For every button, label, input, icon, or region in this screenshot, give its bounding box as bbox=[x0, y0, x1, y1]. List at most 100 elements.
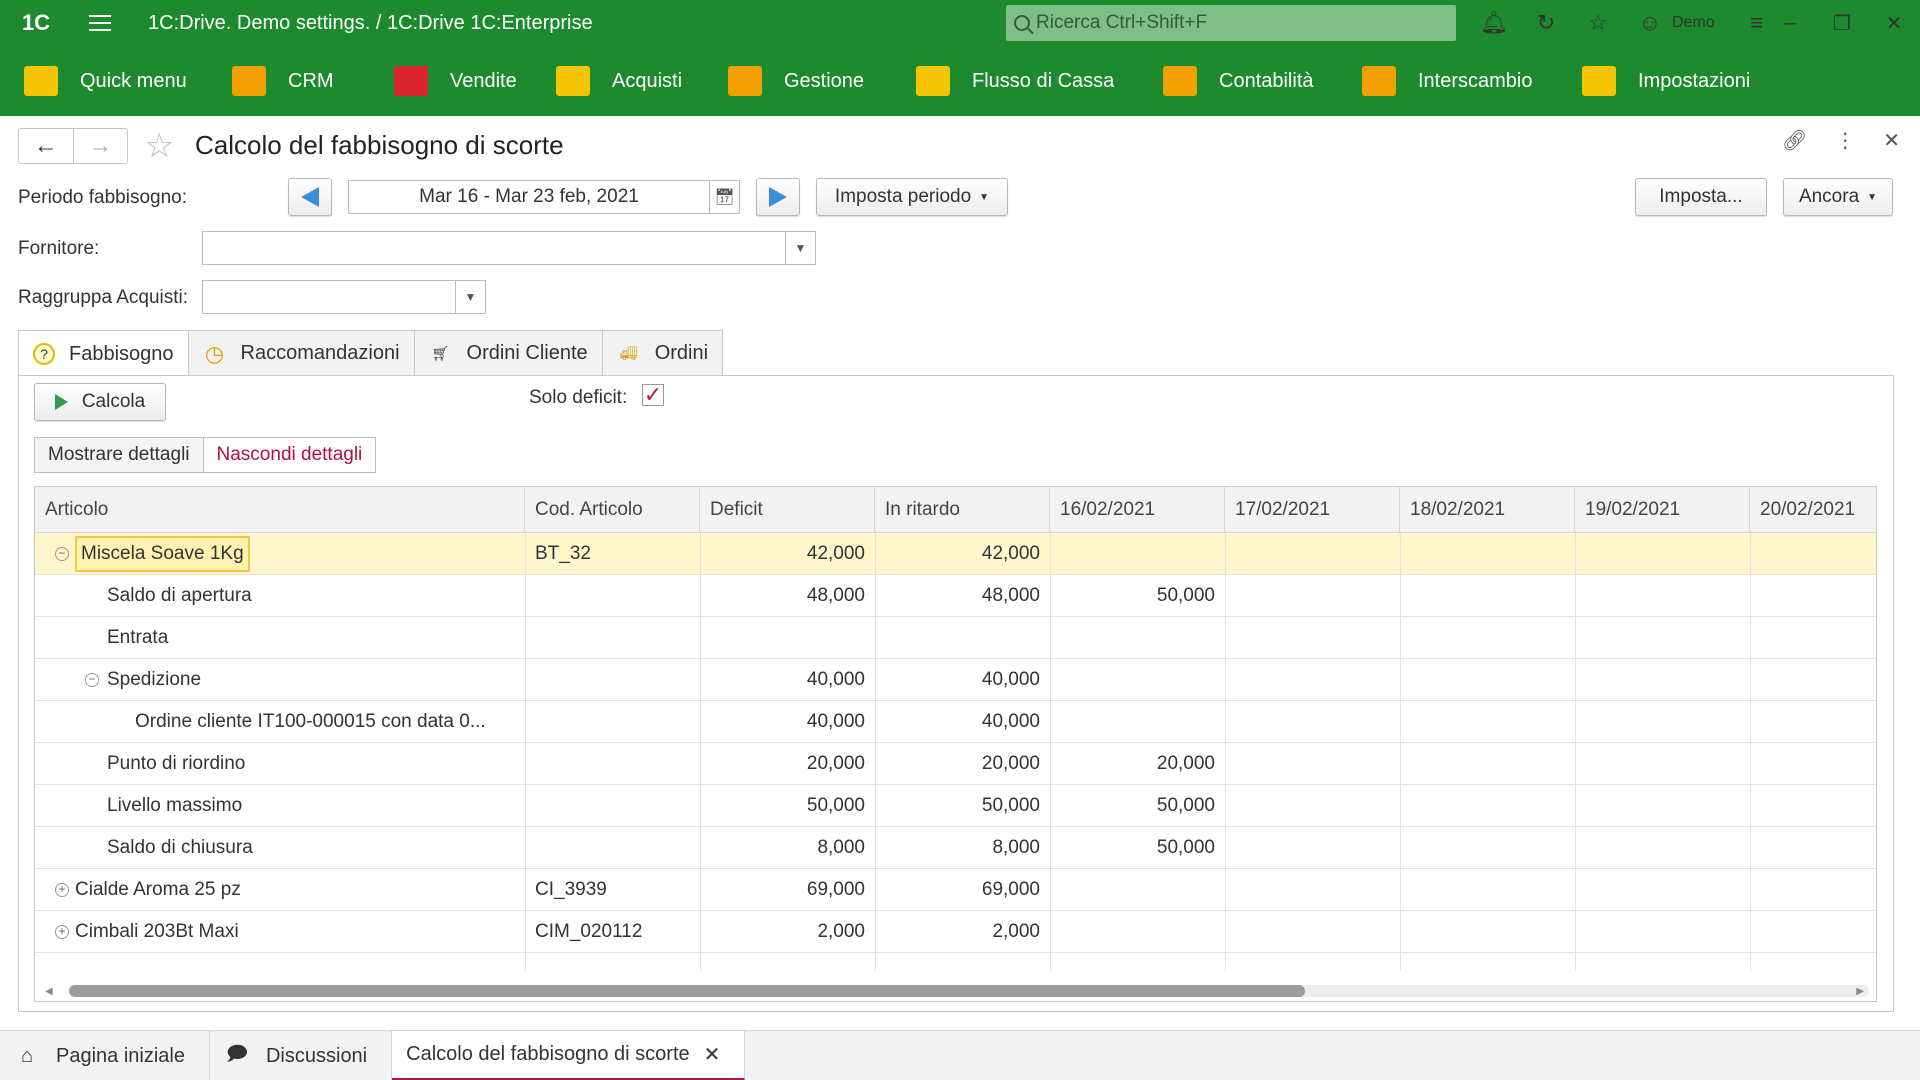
section-crm[interactable]: CRM bbox=[232, 46, 334, 116]
hide-details-button[interactable]: Nascondi dettagli bbox=[202, 438, 376, 472]
code-cell[interactable] bbox=[525, 743, 700, 785]
dropdown-icon[interactable]: ▼ bbox=[455, 281, 485, 313]
expand-icon[interactable]: + bbox=[55, 925, 69, 939]
table-row[interactable]: Saldo di apertura 48,000 48,000 50,000 bbox=[35, 575, 1876, 617]
supplier-field[interactable]: ▼ bbox=[202, 231, 816, 265]
collapse-icon[interactable]: − bbox=[85, 673, 99, 687]
show-details-button[interactable]: Mostrare dettagli bbox=[35, 438, 203, 472]
late-cell[interactable]: 50,000 bbox=[875, 785, 1050, 827]
late-cell[interactable]: 2,000 bbox=[875, 911, 1050, 953]
deficit-cell[interactable]: 20,000 bbox=[700, 743, 875, 785]
section-acquisti[interactable]: Acquisti bbox=[556, 46, 682, 116]
late-cell[interactable] bbox=[875, 617, 1050, 659]
d16-cell[interactable]: 50,000 bbox=[1050, 827, 1225, 869]
deficit-cell[interactable]: 2,000 bbox=[700, 911, 875, 953]
column-header[interactable]: In ritardo bbox=[875, 487, 1050, 533]
code-cell[interactable] bbox=[525, 617, 700, 659]
link-icon[interactable]: 🔗︎ bbox=[1782, 128, 1807, 153]
tab-ordini[interactable]: 🚚︎ Ordini bbox=[601, 330, 724, 376]
article-cell[interactable]: Livello massimo bbox=[107, 785, 515, 827]
table-row[interactable]: + Cimbali 203Bt Maxi CIM_020112 2,000 2,000 bbox=[35, 911, 1876, 953]
tab-raccomandazioni[interactable]: ◷ Raccomandazioni bbox=[187, 330, 415, 376]
table-row[interactable]: Saldo di chiusura 8,000 8,000 50,000 bbox=[35, 827, 1876, 869]
article-cell[interactable]: Spedizione bbox=[107, 659, 515, 701]
favorites-star-icon[interactable]: ☆ bbox=[1572, 0, 1624, 46]
d16-cell[interactable]: 20,000 bbox=[1050, 743, 1225, 785]
table-row[interactable]: Punto di riordino 20,000 20,000 20,000 bbox=[35, 743, 1876, 785]
set-period-button[interactable]: Imposta periodo ▼ bbox=[816, 178, 1008, 216]
d16-cell[interactable] bbox=[1050, 617, 1225, 659]
expand-icon[interactable]: + bbox=[55, 883, 69, 897]
section-gestione[interactable]: Gestione bbox=[728, 46, 864, 116]
window-tab-calcolo-del-fabbisogno-di-scorte[interactable]: Calcolo del fabbisogno di scorte ✕ bbox=[392, 1031, 746, 1080]
code-cell[interactable]: BT_32 bbox=[525, 533, 700, 575]
table-row[interactable]: − Miscela Soave 1Kg BT_32 42,000 42,000 bbox=[35, 533, 1876, 575]
article-cell[interactable]: Entrata bbox=[107, 617, 515, 659]
article-cell[interactable]: Cialde Aroma 25 pz bbox=[75, 869, 515, 911]
more-vertical-icon[interactable]: ⋮ bbox=[1835, 128, 1855, 153]
article-cell[interactable]: Cimbali 203Bt Maxi bbox=[75, 911, 515, 953]
deficit-cell[interactable] bbox=[700, 617, 875, 659]
deficit-cell[interactable]: 40,000 bbox=[700, 701, 875, 743]
scrollbar-thumb[interactable] bbox=[69, 985, 1305, 997]
code-cell[interactable] bbox=[525, 785, 700, 827]
late-cell[interactable]: 69,000 bbox=[875, 869, 1050, 911]
bell-icon[interactable]: 🔔︎ bbox=[1468, 0, 1520, 46]
d16-cell[interactable] bbox=[1050, 659, 1225, 701]
period-prev-button[interactable] bbox=[288, 178, 332, 216]
deficit-cell[interactable]: 8,000 bbox=[700, 827, 875, 869]
deficit-cell[interactable]: 42,000 bbox=[700, 533, 875, 575]
scroll-right-icon[interactable]: ▶ bbox=[1856, 986, 1864, 997]
column-header[interactable]: 18/02/2021 bbox=[1400, 487, 1575, 533]
table-row[interactable]: − Spedizione 40,000 40,000 bbox=[35, 659, 1876, 701]
code-cell[interactable] bbox=[525, 659, 700, 701]
history-icon[interactable]: ↻ bbox=[1520, 0, 1572, 46]
deficit-cell[interactable]: 69,000 bbox=[700, 869, 875, 911]
global-search-input[interactable]: Ricerca Ctrl+Shift+F bbox=[1006, 5, 1456, 41]
settings-button[interactable]: Imposta... bbox=[1635, 178, 1767, 216]
column-header[interactable]: 19/02/2021 bbox=[1575, 487, 1750, 533]
forward-arrow-icon[interactable]: → bbox=[72, 129, 128, 163]
restore-icon[interactable]: ❐ bbox=[1816, 0, 1868, 46]
section-quick-menu[interactable]: Quick menu bbox=[24, 46, 187, 116]
horizontal-scrollbar[interactable] bbox=[69, 985, 1869, 997]
d16-cell[interactable] bbox=[1050, 869, 1225, 911]
minimize-icon[interactable]: – bbox=[1764, 0, 1816, 46]
favorite-star-icon[interactable]: ☆ bbox=[144, 126, 174, 166]
more-button[interactable]: Ancora ▼ bbox=[1783, 178, 1893, 216]
tab-ordini-cliente[interactable]: 🛒︎ Ordini Cliente bbox=[413, 330, 603, 376]
table-row[interactable]: Ordine cliente IT100-000015 con data 0..… bbox=[35, 701, 1876, 743]
column-header[interactable]: Articolo bbox=[35, 487, 525, 533]
back-arrow-icon[interactable]: ← bbox=[19, 129, 73, 163]
close-window-icon[interactable]: ✕ bbox=[1868, 0, 1920, 46]
code-cell[interactable]: CI_3939 bbox=[525, 869, 700, 911]
d16-cell[interactable]: 50,000 bbox=[1050, 575, 1225, 617]
late-cell[interactable]: 48,000 bbox=[875, 575, 1050, 617]
section-vendite[interactable]: Vendite bbox=[394, 46, 517, 116]
1c-logo[interactable]: 1C bbox=[8, 0, 64, 46]
article-cell[interactable]: Punto di riordino bbox=[107, 743, 515, 785]
user-icon[interactable]: ☺ bbox=[1624, 0, 1676, 46]
d16-cell[interactable] bbox=[1050, 911, 1225, 953]
late-cell[interactable]: 8,000 bbox=[875, 827, 1050, 869]
d16-cell[interactable]: 50,000 bbox=[1050, 785, 1225, 827]
period-next-button[interactable] bbox=[756, 178, 800, 216]
deficit-cell[interactable]: 40,000 bbox=[700, 659, 875, 701]
user-name[interactable]: Demo bbox=[1672, 14, 1715, 32]
column-header[interactable]: 16/02/2021 bbox=[1050, 487, 1225, 533]
article-cell[interactable]: Saldo di chiusura bbox=[107, 827, 515, 869]
close-tab-icon[interactable]: ✕ bbox=[704, 1042, 721, 1067]
late-cell[interactable]: 40,000 bbox=[875, 701, 1050, 743]
late-cell[interactable]: 20,000 bbox=[875, 743, 1050, 785]
late-cell[interactable]: 42,000 bbox=[875, 533, 1050, 575]
code-cell[interactable] bbox=[525, 827, 700, 869]
column-header[interactable]: 20/02/2021 bbox=[1750, 487, 1876, 533]
late-cell[interactable]: 40,000 bbox=[875, 659, 1050, 701]
deficit-cell[interactable]: 48,000 bbox=[700, 575, 875, 617]
section-flusso-di-cassa[interactable]: Flusso di Cassa bbox=[916, 46, 1114, 116]
scroll-left-icon[interactable]: ◀ bbox=[45, 986, 53, 997]
code-cell[interactable] bbox=[525, 701, 700, 743]
table-row[interactable]: + Cialde Aroma 25 pz CI_3939 69,000 69,000 bbox=[35, 869, 1876, 911]
column-header[interactable]: Cod. Articolo bbox=[525, 487, 700, 533]
article-cell[interactable]: Ordine cliente IT100-000015 con data 0..… bbox=[135, 701, 515, 743]
